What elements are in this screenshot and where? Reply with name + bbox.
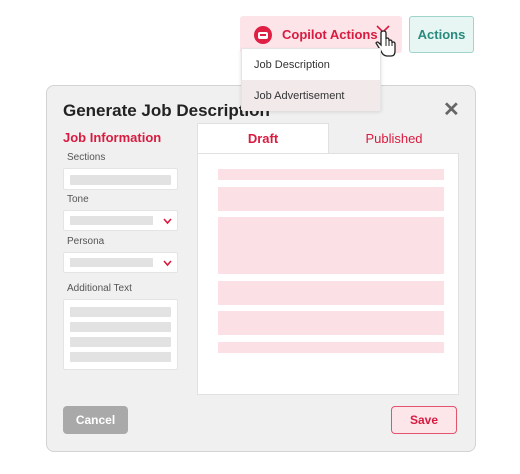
draft-text-block [218, 187, 444, 211]
persona-label: Persona [67, 236, 105, 247]
draft-text-block [218, 311, 444, 335]
tab-draft[interactable]: Draft [197, 123, 329, 153]
copilot-actions-label: Copilot Actions [282, 27, 378, 42]
dialog-title: Generate Job Description [63, 101, 270, 120]
draft-text-block [218, 169, 444, 180]
copilot-bot-icon [254, 25, 272, 44]
persona-select[interactable] [63, 252, 178, 273]
draft-text-block [218, 217, 444, 274]
menu-item-job-advertisement[interactable]: Job Advertisement [242, 80, 380, 111]
text-line [70, 307, 171, 317]
job-information-heading: Job Information [63, 130, 162, 145]
text-line [70, 352, 171, 362]
text-line [70, 322, 171, 332]
close-icon[interactable]: ✕ [443, 97, 460, 122]
chevron-down-icon [163, 218, 172, 225]
draft-content-panel [197, 153, 459, 395]
sections-input-placeholder [70, 175, 171, 185]
chevron-down-icon [163, 260, 172, 267]
tab-published[interactable]: Published [329, 123, 459, 153]
save-button[interactable]: Save [391, 406, 457, 434]
copilot-actions-menu: Job Description Job Advertisement [241, 48, 381, 111]
additional-text-area[interactable] [63, 299, 178, 370]
sections-input[interactable] [63, 168, 178, 190]
cancel-button[interactable]: Cancel [63, 406, 128, 434]
tone-select[interactable] [63, 210, 178, 231]
tone-label: Tone [67, 194, 89, 205]
persona-select-placeholder [70, 258, 153, 267]
additional-text-label: Additional Text [67, 283, 132, 294]
tone-select-placeholder [70, 216, 153, 225]
sections-label: Sections [67, 152, 106, 163]
generate-job-description-dialog: Generate Job Description ✕ Job Informati… [46, 85, 476, 452]
menu-item-job-description[interactable]: Job Description [242, 49, 380, 80]
actions-button[interactable]: Actions [409, 16, 474, 53]
draft-text-block [218, 281, 444, 305]
draft-text-block [218, 342, 444, 353]
text-line [70, 337, 171, 347]
